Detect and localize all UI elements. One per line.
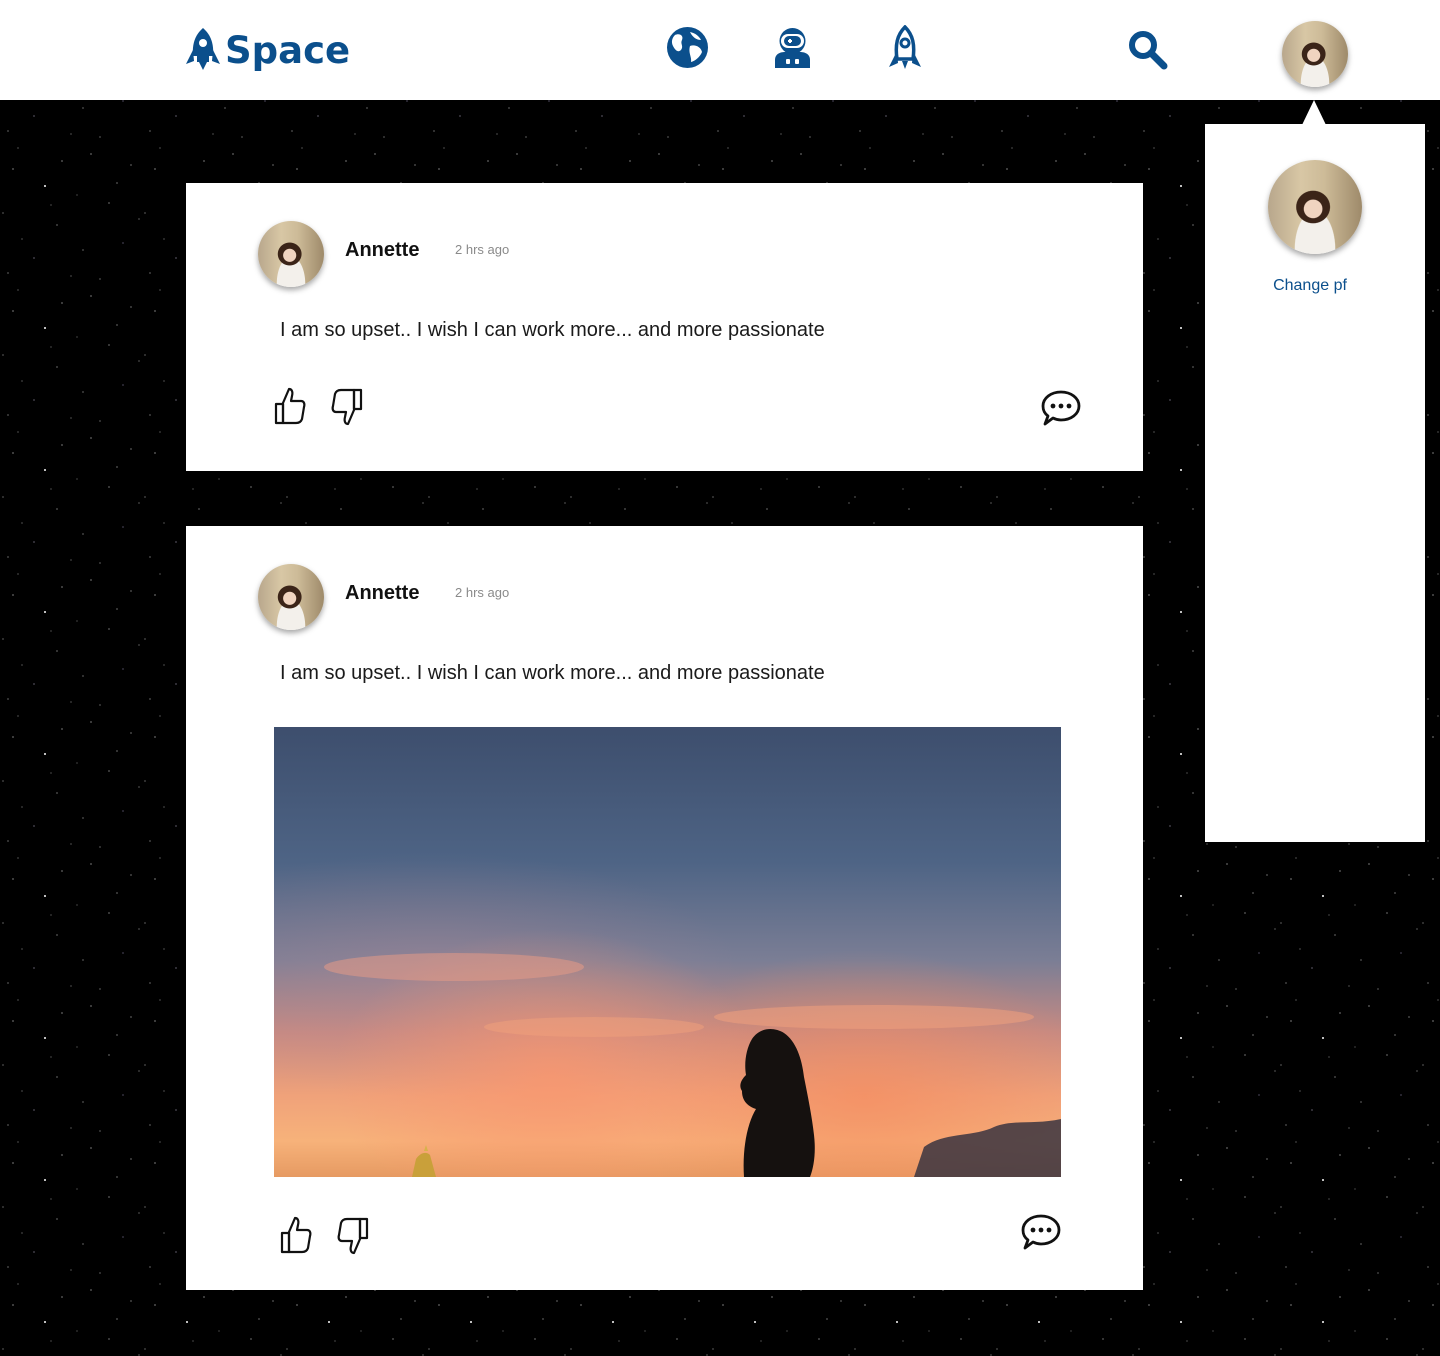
astronaut-icon[interactable]	[772, 27, 813, 68]
post-author-avatar[interactable]	[258, 221, 324, 287]
sunset-silhouette-photo	[324, 953, 1061, 1177]
comment-icon[interactable]	[1040, 389, 1082, 427]
profile-avatar-large	[1268, 160, 1362, 254]
top-nav-bar: Space	[0, 0, 1440, 100]
brand-name: Space	[225, 29, 351, 72]
post-image[interactable]	[274, 727, 1061, 1177]
rocket-logo-icon	[186, 28, 220, 70]
post-text: I am so upset.. I wish I can work more..…	[280, 319, 825, 341]
post-timestamp: 2 hrs ago	[455, 242, 510, 257]
comment-icon[interactable]	[1020, 1213, 1062, 1251]
post-card: Annette 2 hrs ago I am so upset.. I wish…	[186, 526, 1143, 1290]
change-profile-picture-link[interactable]: Change pf	[1205, 277, 1415, 295]
profile-dropdown: Change pf	[1205, 124, 1425, 842]
rocket-icon[interactable]	[886, 25, 924, 71]
post-author-name[interactable]: Annette	[345, 239, 419, 262]
dropdown-arrow	[1302, 100, 1326, 125]
thumbs-down-icon[interactable]	[330, 387, 364, 427]
search-icon[interactable]	[1128, 30, 1168, 70]
post-card: Annette 2 hrs ago I am so upset.. I wish…	[186, 183, 1143, 471]
post-timestamp: 2 hrs ago	[455, 585, 510, 600]
user-avatar[interactable]	[1282, 21, 1348, 87]
post-author-avatar[interactable]	[258, 564, 324, 630]
brand-logo[interactable]: Space	[185, 24, 350, 74]
thumbs-down-icon[interactable]	[336, 1216, 370, 1256]
globe-icon[interactable]	[666, 26, 709, 69]
thumbs-up-icon[interactable]	[273, 386, 307, 426]
post-text: I am so upset.. I wish I can work more..…	[280, 662, 825, 684]
post-author-name[interactable]: Annette	[345, 582, 419, 605]
thumbs-up-icon[interactable]	[279, 1215, 313, 1255]
